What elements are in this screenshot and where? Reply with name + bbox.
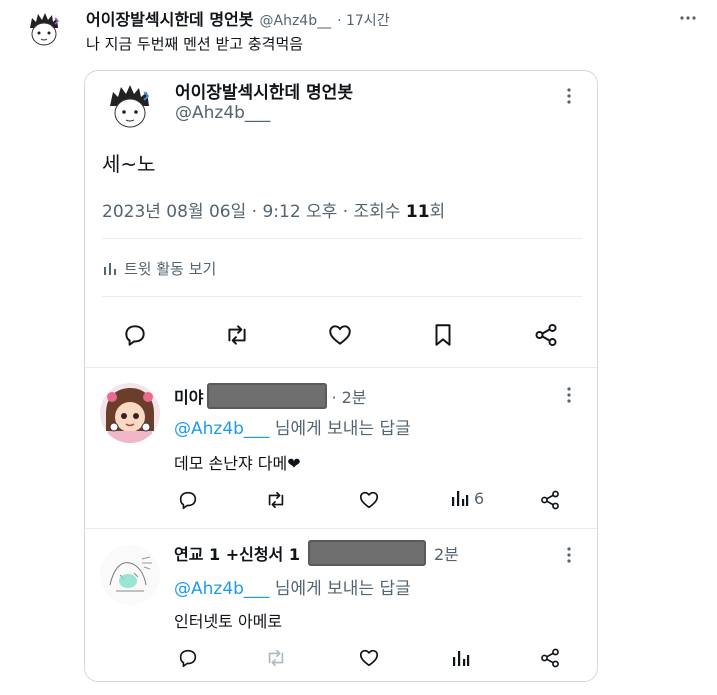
view-count-suffix: 회 xyxy=(429,202,446,222)
like-icon[interactable] xyxy=(357,488,381,512)
quoted-more-options-icon[interactable] xyxy=(557,84,581,108)
quoted-tweet-timestamp: 2023년 08월 06일 · 9:12 오후 · 조회수 11회 xyxy=(102,197,445,222)
share-icon[interactable] xyxy=(531,320,561,350)
views-stat[interactable]: 6 xyxy=(450,488,484,508)
reply-time[interactable]: · 2분 xyxy=(331,384,366,408)
like-icon[interactable] xyxy=(357,646,381,670)
analytics-icon xyxy=(102,261,118,277)
tweet-activity-label: 트윗 활동 보기 xyxy=(124,260,217,278)
divider xyxy=(102,296,582,297)
reply-avatar[interactable] xyxy=(100,383,160,443)
like-icon[interactable] xyxy=(325,320,355,350)
share-icon[interactable] xyxy=(538,646,562,670)
quoted-author-handle[interactable]: @Ahz4b___ xyxy=(175,103,270,123)
divider xyxy=(85,528,597,529)
tweet-header: 어이장발섹시한데 명언봇 @Ahz4b__ · 17시간 xyxy=(86,6,390,30)
view-count: 11 xyxy=(405,202,430,222)
replying-to: @Ahz4b___ 님에게 보내는 답글 xyxy=(174,574,411,599)
redacted-handle xyxy=(207,383,328,409)
reply-time[interactable]: 2분 xyxy=(434,541,459,565)
quoted-author-name[interactable]: 어이장발섹시한데 명언봇 xyxy=(175,78,353,103)
reply-text: 인터넷토 아메로 xyxy=(174,612,283,631)
reply-author-name[interactable]: 연교 1 +신청서 1 xyxy=(174,541,300,565)
views-count: 6 xyxy=(474,488,485,508)
divider xyxy=(102,238,582,239)
divider xyxy=(85,367,597,368)
timestamp-text[interactable]: 2023년 08월 06일 · 9:12 오후 · 조회수 xyxy=(102,202,406,222)
quoted-tweet-text: 세~노 xyxy=(102,152,156,176)
tweet-activity-link[interactable]: 트윗 활동 보기 xyxy=(102,258,216,279)
reply-more-options-icon[interactable] xyxy=(557,383,581,407)
replying-to-suffix: 님에게 보내는 답글 xyxy=(274,579,411,599)
retweet-icon[interactable] xyxy=(264,646,288,670)
share-icon[interactable] xyxy=(538,488,562,512)
replying-to-handle[interactable]: @Ahz4b___ xyxy=(174,419,269,439)
replying-to-suffix: 님에게 보내는 답글 xyxy=(274,419,411,439)
analytics-icon xyxy=(450,488,470,508)
reply-icon[interactable] xyxy=(120,320,150,350)
reply-avatar[interactable] xyxy=(100,545,160,605)
author-avatar[interactable] xyxy=(22,8,66,52)
reply-header: 연교 1 +신청서 1 2분 xyxy=(174,540,459,566)
reply-icon[interactable] xyxy=(176,488,200,512)
replying-to-handle[interactable]: @Ahz4b___ xyxy=(174,579,269,599)
reply-text: 데모 손난쟈 다메❤ xyxy=(174,454,301,473)
analytics-icon[interactable] xyxy=(449,646,473,670)
author-name[interactable]: 어이장발섹시한데 명언봇 xyxy=(86,6,254,30)
reply-header: 미야 · 2분 xyxy=(174,383,367,409)
more-options-icon[interactable] xyxy=(676,6,700,30)
reply-more-options-icon[interactable] xyxy=(557,543,581,567)
retweet-icon[interactable] xyxy=(264,488,288,512)
reply-author-name[interactable]: 미야 xyxy=(174,384,203,408)
tweet-time[interactable]: · 17시간 xyxy=(337,10,389,30)
tweet-text: 나 지금 두번째 멘션 받고 충격먹음 xyxy=(86,35,304,53)
replying-to: @Ahz4b___ 님에게 보내는 답글 xyxy=(174,414,411,439)
reply-icon[interactable] xyxy=(176,646,200,670)
redacted-handle xyxy=(307,540,426,566)
bookmark-icon[interactable] xyxy=(428,320,458,350)
retweet-icon[interactable] xyxy=(222,320,252,350)
quoted-author-avatar[interactable] xyxy=(102,80,158,136)
author-handle[interactable]: @Ahz4b__ xyxy=(260,13,332,29)
